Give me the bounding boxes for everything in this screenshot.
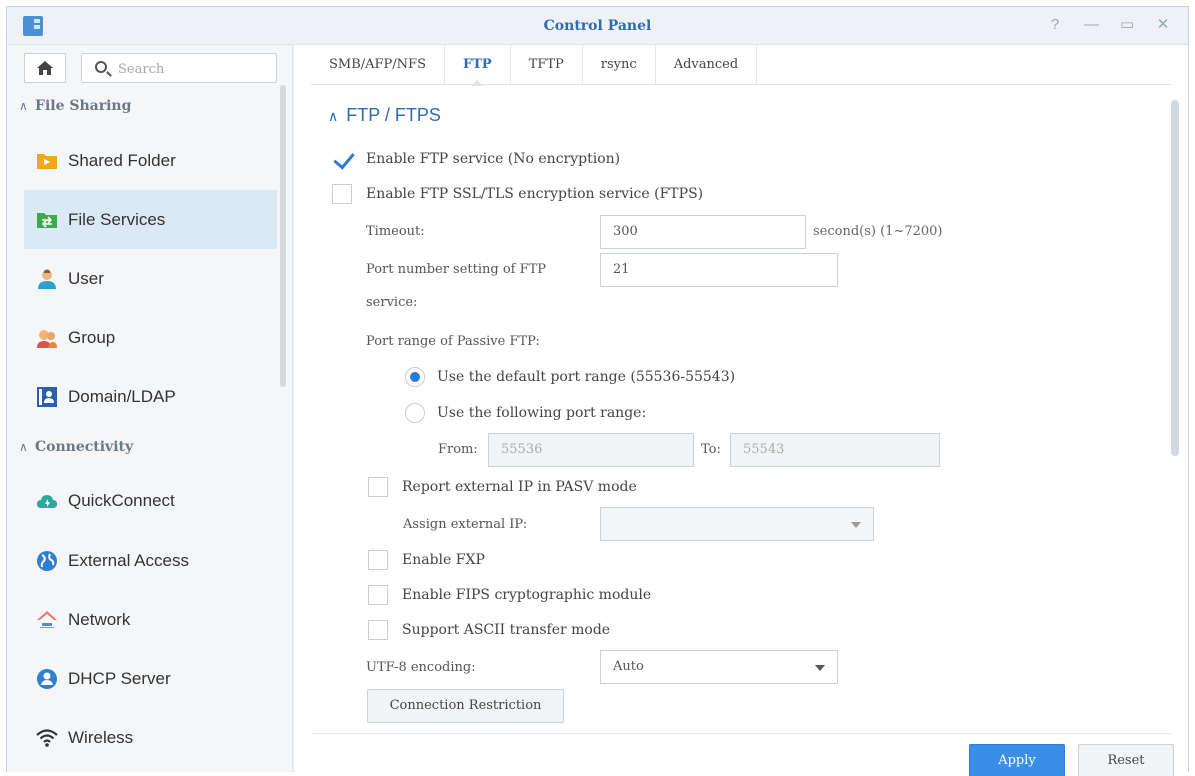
control-panel-window: Control Panel ? — ▭ ✕ ∧ File Sharing: [6, 6, 1189, 776]
sidebar-item-shared-folder[interactable]: Shared Folder: [24, 131, 277, 190]
content-scrollbar[interactable]: [1171, 100, 1179, 456]
footer-divider: [311, 733, 1171, 734]
connection-restriction-button[interactable]: Connection Restriction: [367, 689, 564, 723]
sidebar-item-label: QuickConnect: [68, 490, 175, 510]
search-icon: [95, 61, 107, 73]
ascii-transfer-checkbox[interactable]: [368, 620, 388, 640]
enable-fips-checkbox[interactable]: [368, 585, 388, 605]
enable-ftp-checkbox[interactable]: [332, 149, 352, 169]
minimize-icon[interactable]: —: [1084, 16, 1099, 34]
utf8-label: UTF-8 encoding:: [366, 660, 476, 675]
default-port-range-radio[interactable]: [405, 367, 425, 387]
sidebar-item-label: User: [68, 268, 104, 288]
dhcp-icon: [37, 668, 57, 689]
globe-icon: [37, 550, 57, 571]
default-port-range-row: Use the default port range (55536-55543): [405, 367, 735, 387]
section-header-file-sharing[interactable]: ∧ File Sharing: [7, 93, 277, 119]
port-to-input[interactable]: 55543: [730, 433, 940, 467]
passive-range-label: Port range of Passive FTP:: [366, 334, 540, 349]
domain-icon: [37, 386, 57, 407]
port-label-line2: service:: [366, 295, 418, 310]
sidebar-item-network[interactable]: Network: [24, 590, 277, 649]
sidebar-item-label: File Services: [68, 209, 166, 229]
search-input[interactable]: [118, 59, 268, 79]
user-icon: [38, 269, 56, 289]
sidebar-item-label: Shared Folder: [68, 150, 176, 170]
ftp-port-input[interactable]: 21: [600, 253, 838, 287]
sidebar-item-file-services[interactable]: File Services: [24, 190, 277, 249]
section-header-connectivity[interactable]: ∧ Connectivity: [7, 434, 277, 460]
chevron-up-icon: ∧: [19, 99, 28, 113]
maximize-icon[interactable]: ▭: [1120, 16, 1134, 34]
chevron-down-icon: [851, 522, 861, 528]
house-network-icon: [37, 610, 57, 628]
chevron-up-icon: ∧: [328, 108, 339, 124]
sidebar-item-group[interactable]: Group: [24, 308, 277, 367]
tab-rsync[interactable]: rsync: [583, 45, 656, 85]
sidebar-item-external-access[interactable]: External Access: [24, 531, 277, 590]
home-icon: [37, 61, 53, 75]
custom-port-range-row: Use the following port range:: [405, 403, 646, 423]
chevron-up-icon: ∧: [19, 440, 28, 454]
chevron-down-icon: [815, 665, 825, 671]
apply-button[interactable]: Apply: [969, 744, 1065, 776]
enable-fxp-checkbox[interactable]: [368, 550, 388, 570]
sidebar-item-label: Group: [68, 327, 116, 347]
assign-ip-label: Assign external IP:: [403, 517, 528, 532]
cloud-icon: [37, 494, 57, 508]
sidebar-scrollbar[interactable]: [280, 85, 286, 387]
timeout-hint: second(s) (1~7200): [813, 224, 943, 239]
sidebar-item-domain-ldap[interactable]: Domain/LDAP: [24, 367, 277, 426]
sidebar-item-label: Network: [68, 609, 131, 629]
enable-ftps-row: Enable FTP SSL/TLS encryption service (F…: [332, 184, 703, 204]
enable-fips-row: Enable FIPS cryptographic module: [368, 585, 651, 605]
port-from-input[interactable]: 55536: [488, 433, 694, 467]
tab-advanced[interactable]: Advanced: [656, 45, 758, 85]
ascii-mode-row: Support ASCII transfer mode: [368, 620, 610, 640]
report-ip-row: Report external IP in PASV mode: [368, 477, 637, 497]
sidebar-item-label: External Access: [68, 550, 189, 570]
sidebar-item-label: Wireless: [68, 727, 134, 747]
title-bar: Control Panel ? — ▭ ✕: [7, 7, 1188, 45]
group-icon: [37, 329, 57, 348]
sidebar-item-user[interactable]: User: [24, 249, 277, 308]
main-content: SMB/AFP/NFS FTP TFTP rsync Advanced ∧ FTP…: [294, 45, 1188, 776]
sidebar-item-wireless[interactable]: Wireless: [24, 708, 277, 767]
timeout-label: Timeout:: [366, 224, 425, 239]
folder-share-icon: [37, 153, 57, 169]
sidebar-item-label: Domain/LDAP: [68, 386, 176, 406]
sidebar: ∧ File Sharing Shared Folder File Servic…: [7, 45, 293, 772]
section-title-ftp-ftps[interactable]: ∧ FTP / FTPS: [328, 105, 441, 126]
tab-smb-afp-nfs[interactable]: SMB/AFP/NFS: [311, 45, 445, 85]
window-controls: ? — ▭ ✕: [1048, 16, 1170, 34]
from-label: From:: [438, 442, 478, 457]
custom-port-range-radio[interactable]: [405, 403, 425, 423]
tab-tftp[interactable]: TFTP: [511, 45, 583, 85]
port-label-line1: Port number setting of FTP: [366, 262, 547, 277]
tab-bar: SMB/AFP/NFS FTP TFTP rsync Advanced: [311, 45, 1171, 86]
close-icon[interactable]: ✕: [1156, 16, 1170, 34]
enable-fxp-row: Enable FXP: [368, 550, 485, 570]
report-external-ip-checkbox[interactable]: [368, 477, 388, 497]
reset-button[interactable]: Reset: [1078, 744, 1174, 776]
enable-ftps-checkbox[interactable]: [332, 184, 352, 204]
tab-ftp[interactable]: FTP: [445, 45, 511, 86]
file-services-icon: [37, 212, 57, 228]
assign-external-ip-select[interactable]: [600, 507, 874, 541]
help-icon[interactable]: ?: [1048, 16, 1062, 34]
sidebar-item-dhcp-server[interactable]: DHCP Server: [24, 649, 277, 708]
window-title: Control Panel: [543, 18, 652, 34]
sidebar-item-quickconnect[interactable]: QuickConnect: [24, 471, 277, 530]
sidebar-item-label: DHCP Server: [68, 668, 171, 688]
timeout-input[interactable]: 300: [600, 215, 806, 249]
search-box[interactable]: [81, 53, 277, 83]
enable-ftp-row: Enable FTP service (No encryption): [332, 149, 620, 169]
to-label: To:: [701, 442, 721, 457]
home-button[interactable]: [24, 53, 66, 83]
wifi-icon: [36, 728, 58, 747]
utf8-encoding-select[interactable]: Auto: [600, 650, 838, 684]
